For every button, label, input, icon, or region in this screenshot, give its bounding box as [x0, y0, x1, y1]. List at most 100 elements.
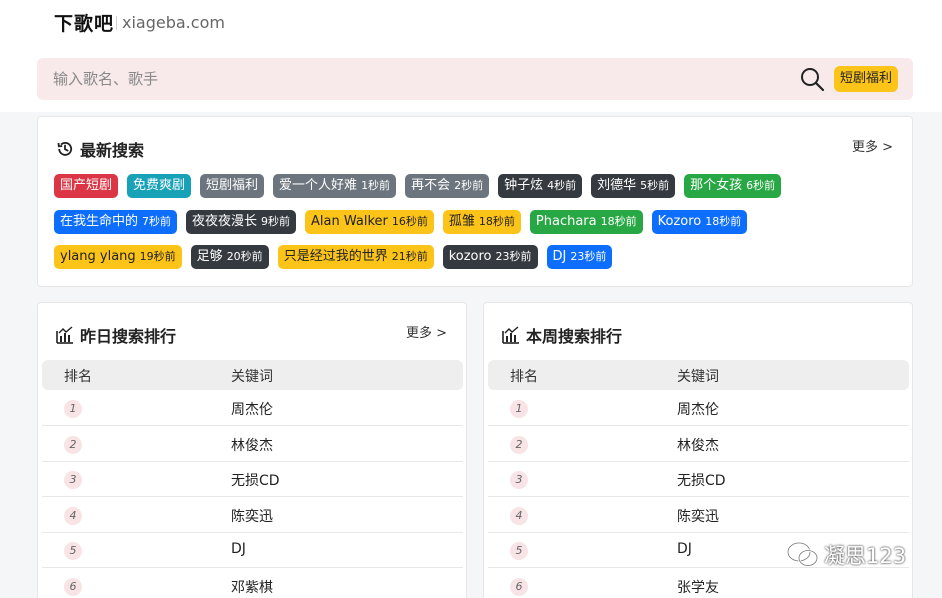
rank-badge: 5: [510, 542, 528, 560]
tag-text: ylang ylang: [60, 249, 136, 264]
table-row[interactable]: 4 陈奕迅: [488, 498, 909, 533]
tag-text: 足够: [196, 249, 223, 264]
search-tag[interactable]: ylang ylang 19秒前: [54, 245, 182, 269]
site-domain: xiageba.com: [116, 13, 225, 32]
tag-text: 爱一个人好难: [279, 178, 358, 193]
search-tag[interactable]: 只是经过我的世界 21秒前: [277, 245, 434, 269]
rank-badge: 2: [510, 435, 528, 454]
search-tag[interactable]: 在我生命中的 7秒前: [54, 209, 178, 234]
tag-time: 18秒前: [705, 214, 742, 228]
search-tag[interactable]: 短剧福利: [200, 174, 265, 198]
search-tag[interactable]: 夜夜夜漫长 9秒前: [186, 209, 297, 234]
rank-keyword[interactable]: 林俊杰: [677, 435, 719, 455]
watermark: 凝思123: [786, 540, 906, 570]
search-input[interactable]: [53, 67, 753, 91]
rank-keyword[interactable]: 邓紫棋: [231, 577, 273, 597]
tag-text: 只是经过我的世界: [283, 249, 388, 264]
tag-text: 免费爽剧: [133, 178, 186, 193]
tag-time: 1秒前: [361, 179, 391, 192]
promo-button[interactable]: 短剧福利: [834, 66, 899, 92]
search-tag[interactable]: 再不会 2秒前: [405, 174, 490, 198]
week-ranking-header: 本周搜索排行: [502, 323, 622, 347]
tag-text: 孤雏: [448, 213, 475, 229]
search-bar: 短剧福利: [37, 58, 913, 100]
table-row[interactable]: 6 张学友: [488, 569, 909, 598]
search-tag[interactable]: 刘德华 5秒前: [591, 174, 676, 198]
rank-keyword[interactable]: 无损CD: [677, 470, 726, 490]
tag-text: DJ: [552, 249, 567, 264]
table-header: 排名 关键词: [488, 360, 909, 390]
yesterday-ranking-title: 昨日搜索排行: [80, 327, 177, 346]
yesterday-more-link[interactable]: 更多 >: [406, 322, 447, 341]
rank-keyword[interactable]: 陈奕迅: [677, 506, 719, 526]
table-row[interactable]: 6 邓紫棋: [42, 569, 463, 598]
table-header: 排名 关键词: [42, 360, 463, 390]
tag-text: 再不会: [411, 178, 451, 193]
rank-badge: 2: [64, 435, 82, 454]
column-rank: 排名: [64, 369, 92, 385]
rank-keyword[interactable]: 无损CD: [231, 470, 280, 490]
search-tag[interactable]: 钟子炫 4秒前: [498, 174, 583, 198]
search-icon[interactable]: [799, 66, 825, 92]
search-tag[interactable]: 孤雏 18秒前: [442, 209, 521, 234]
table-row[interactable]: 5 DJ: [42, 533, 463, 568]
site-logo[interactable]: 下歌吧: [54, 9, 114, 36]
tag-text: 在我生命中的: [60, 213, 139, 229]
table-row[interactable]: 1 周杰伦: [42, 391, 463, 426]
column-rank: 排名: [510, 369, 538, 385]
search-tag[interactable]: Phachara 18秒前: [529, 209, 643, 234]
rank-keyword[interactable]: 周杰伦: [677, 399, 719, 419]
search-tag[interactable]: 爱一个人好难 1秒前: [273, 174, 397, 198]
recent-more-link[interactable]: 更多 >: [852, 136, 893, 155]
table-row[interactable]: 2 林俊杰: [42, 427, 463, 462]
table-row[interactable]: 4 陈奕迅: [42, 498, 463, 533]
tag-text: Phachara: [535, 213, 597, 229]
table-row[interactable]: 2 林俊杰: [488, 427, 909, 462]
table-row[interactable]: 1 周杰伦: [488, 391, 909, 426]
rank-keyword[interactable]: 陈奕迅: [231, 506, 273, 526]
tag-text: Kozoro: [657, 213, 702, 229]
tag-text: 钟子炫: [504, 178, 544, 193]
search-tag[interactable]: DJ 23秒前: [546, 245, 613, 269]
tag-text: kozoro: [448, 249, 492, 264]
tag-time: 9秒前: [261, 214, 291, 228]
tag-row: ylang ylang 19秒前 足够 20秒前 只是经过我的世界 21秒前 kozoro 2…: [54, 245, 904, 269]
recent-searches-header: 最新搜索: [56, 137, 144, 161]
search-tag[interactable]: Alan Walker 16秒前: [305, 209, 434, 234]
rank-badge: 1: [64, 400, 82, 418]
tag-text: Alan Walker: [311, 213, 388, 229]
week-ranking-title: 本周搜索排行: [526, 327, 623, 346]
rank-keyword[interactable]: DJ: [677, 541, 692, 557]
search-tag[interactable]: Kozoro 18秒前: [651, 209, 748, 234]
column-keyword: 关键词: [677, 369, 719, 385]
search-tag[interactable]: 免费爽剧: [127, 174, 192, 198]
tag-row: 国产短剧 免费爽剧 短剧福利 爱一个人好难 1秒前 再不会 2秒前 钟子炫 4秒前 刘德华 5秒前那…: [54, 174, 904, 198]
rank-badge: 4: [510, 506, 528, 525]
tag-time: 6秒前: [746, 179, 776, 192]
tag-text: 短剧福利: [206, 178, 259, 193]
tag-time: 23秒前: [495, 250, 532, 263]
tag-time: 18秒前: [600, 214, 637, 228]
table-row[interactable]: 3 无损CD: [488, 462, 909, 497]
rank-keyword[interactable]: 张学友: [677, 577, 719, 597]
tag-text: 夜夜夜漫长: [192, 213, 258, 229]
recent-searches-title: 最新搜索: [80, 141, 145, 160]
history-icon: [57, 142, 73, 156]
tag-time: 7秒前: [142, 214, 172, 228]
rank-keyword[interactable]: DJ: [231, 541, 246, 557]
tag-time: 2秒前: [454, 179, 484, 192]
chart-icon: [56, 326, 73, 344]
recent-tags: 国产短剧 免费爽剧 短剧福利 爱一个人好难 1秒前 再不会 2秒前 钟子炫 4秒前 刘德华 5秒前那…: [54, 174, 904, 281]
search-tag[interactable]: kozoro 23秒前: [442, 245, 538, 269]
rank-badge: 4: [64, 506, 82, 525]
search-tag[interactable]: 国产短剧: [54, 174, 119, 198]
tag-time: 20秒前: [226, 250, 263, 263]
rank-keyword[interactable]: 周杰伦: [231, 399, 273, 419]
search-tag[interactable]: 足够 20秒前: [190, 245, 269, 269]
wechat-icon: [786, 541, 819, 567]
rank-badge: 1: [510, 400, 528, 418]
rank-badge: 6: [510, 577, 528, 596]
rank-keyword[interactable]: 林俊杰: [231, 435, 273, 455]
table-row[interactable]: 3 无损CD: [42, 462, 463, 497]
search-tag[interactable]: 那个女孩 6秒前: [684, 174, 782, 198]
